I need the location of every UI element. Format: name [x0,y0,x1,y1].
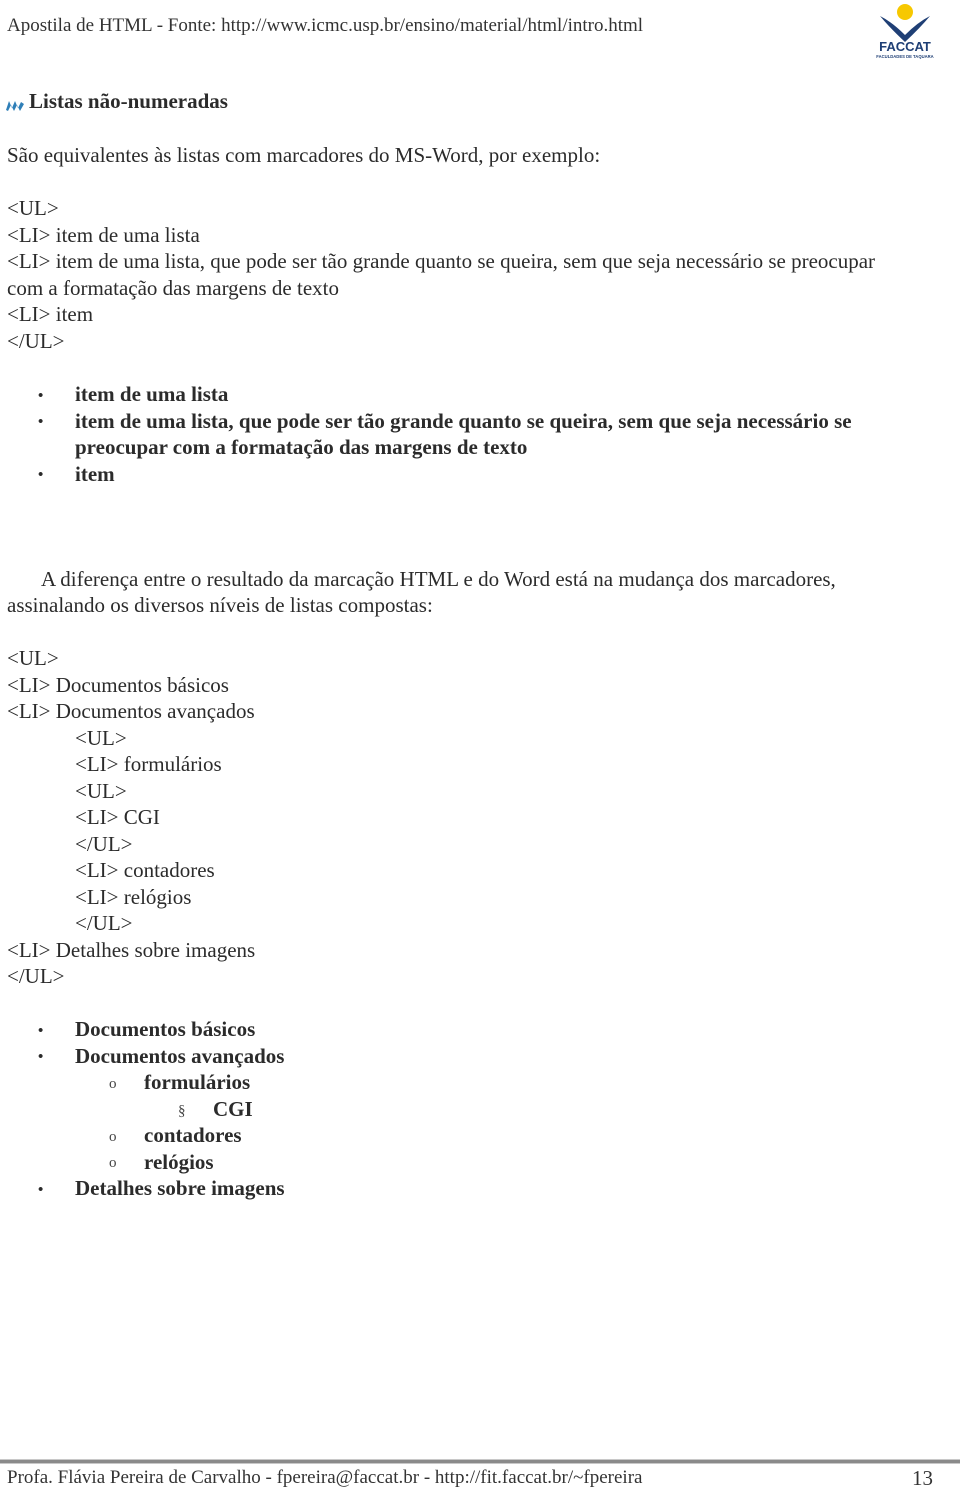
paragraph-line: assinalando os diversos níveis de listas… [7,593,433,617]
logo-sun-icon [897,4,913,20]
code-line: <LI> formulários [75,752,222,776]
rendered-list-2: • Documentos básicos • Documentos avança… [0,1016,960,1206]
list-item: item de uma lista [75,382,229,406]
paragraph-line: A diferença entre o resultado da marcaçã… [41,567,836,591]
code-line: </UL> [7,328,65,353]
bullet-icon: • [38,1049,44,1065]
logo-subtext: FACULDADES DE TAQUARA [876,54,933,59]
list-item-nested: contadores [144,1123,242,1147]
list-item-nested-2: CGI [213,1096,253,1121]
section-heading: Listas não-numeradas [5,89,228,114]
logo-text: FACCAT [879,39,931,54]
list-item: Detalhes sobre imagens [75,1176,285,1200]
code-example-2: <UL> <LI> Documentos básicos <LI> Docume… [7,645,255,990]
list-item: item [75,461,115,486]
code-line: <UL> [75,725,127,750]
code-line: <LI> item [7,302,94,326]
bullet-icon: • [38,388,44,404]
heading-arrow-icon [5,94,25,111]
circle-bullet-icon: o [109,1129,117,1145]
code-line: <UL> [7,646,59,670]
faccat-logo-icon: FACCAT FACULDADES DE TAQUARA [876,4,934,59]
bullet-icon: • [38,1182,44,1198]
code-line: <LI> Documentos avançados [7,699,255,723]
list-item: Documentos básicos [75,1017,256,1041]
list-item-nested: relógios [144,1149,214,1174]
list-item: item de uma lista, que pode ser tão gran… [75,408,852,433]
code-line: <LI> Detalhes sobre imagens [7,937,256,962]
code-line: <LI> CGI [75,805,160,829]
footer-author: Profa. Flávia Pereira de Carvalho - fper… [7,1467,643,1488]
section-sign-bullet-icon: § [178,1103,186,1119]
list-item-continuation: preocupar com a formatação das margens d… [75,435,528,459]
code-line: </UL> [75,911,133,935]
code-example-1: <UL> <LI> item de uma lista <LI> item de… [7,195,875,354]
intro-paragraph: São equivalentes às listas com marcadore… [7,143,601,167]
faccat-logo: FACCAT FACULDADES DE TAQUARA [870,2,940,60]
bullet-icon: • [38,1023,44,1039]
page-number: 13 [912,1466,933,1490]
list-item-nested: formulários [144,1070,251,1094]
footer-divider [0,1459,960,1464]
bullet-icon: • [38,414,44,430]
code-line: <LI> item de uma lista, que pode ser tão… [7,249,876,273]
code-line: </UL> [7,964,65,988]
code-line: <LI> contadores [75,858,215,882]
code-line: <UL> [75,778,127,803]
circle-bullet-icon: o [109,1076,117,1092]
code-line: <LI> item de uma lista [7,222,200,247]
code-line: <UL> [7,196,59,220]
section-heading-text: Listas não-numeradas [29,89,228,113]
bullet-icon: • [38,467,44,483]
code-line: <LI> Documentos básicos [7,672,229,697]
rendered-list-1: • item de uma lista • item de uma lista,… [0,381,960,491]
code-line: <LI> relógios [75,884,192,909]
list-item: Documentos avançados [75,1043,285,1068]
code-line: </UL> [75,831,133,856]
code-line: com a formatação das margens de texto [7,275,339,300]
circle-bullet-icon: o [109,1155,117,1171]
document-header-title: Apostila de HTML - Fonte: http://www.icm… [7,15,644,36]
